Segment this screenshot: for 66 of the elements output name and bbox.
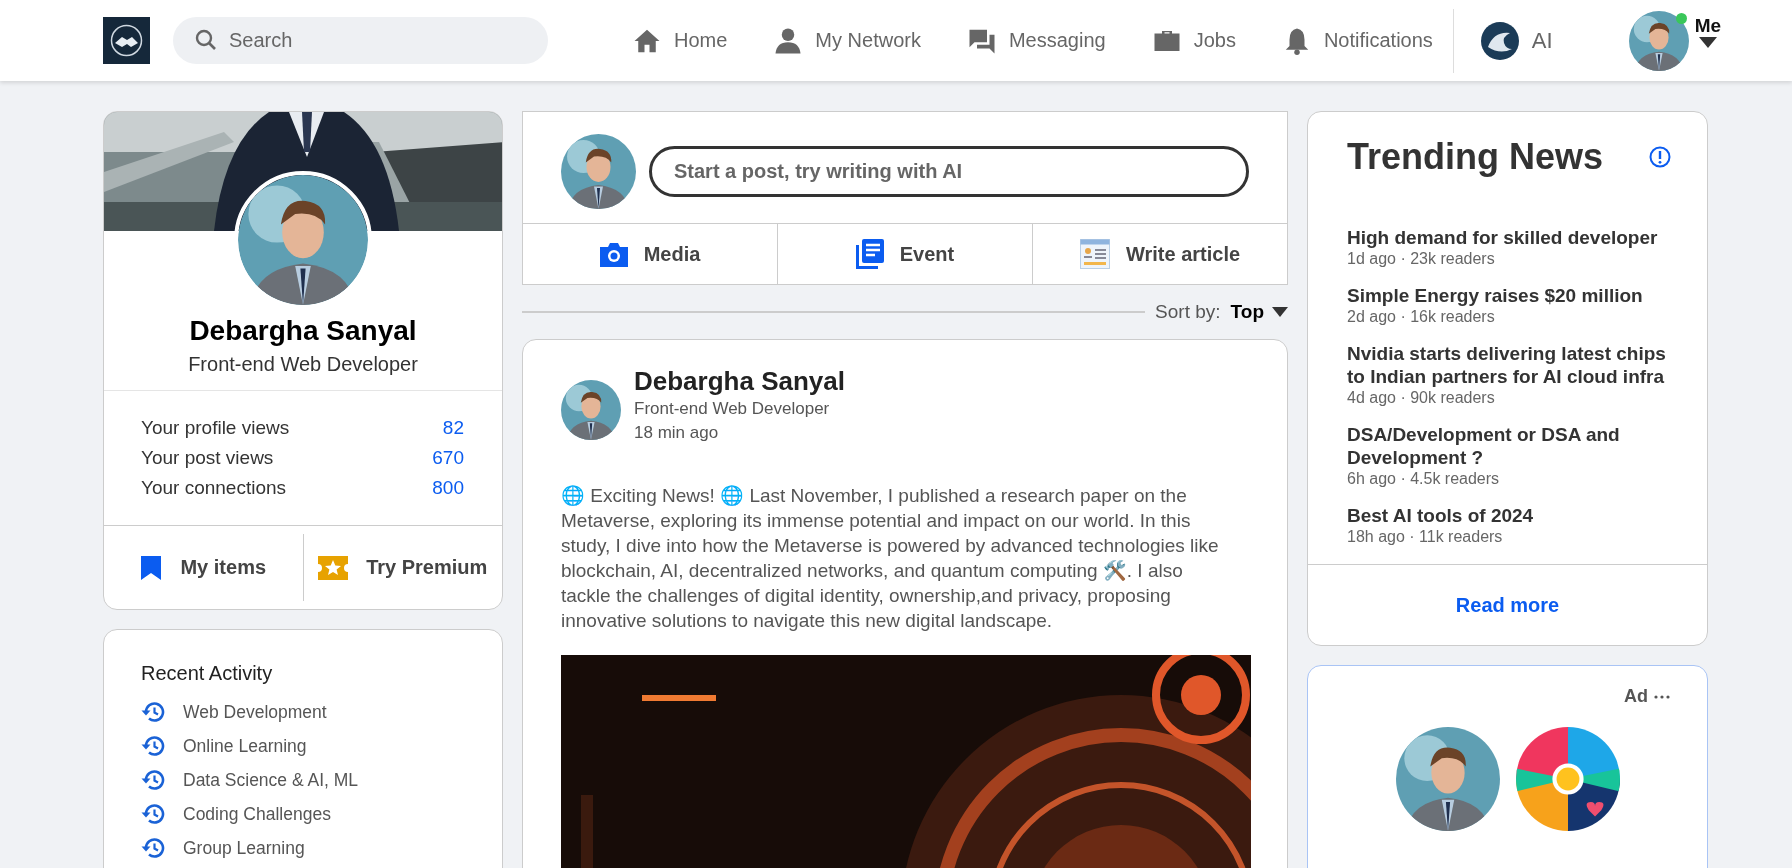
news-meta: 1d ago · 23k readers [1347, 250, 1496, 268]
section-title: Trending News [1347, 136, 1604, 178]
stat-value[interactable]: 82 [442, 417, 464, 439]
history-icon [141, 837, 165, 859]
news-headline[interactable]: Best AI tools of 2024 [1347, 504, 1534, 527]
nav-item[interactable]: Jobs [1151, 25, 1236, 56]
activity-item[interactable]: Group Learning [141, 831, 305, 865]
read-more-link[interactable]: Read more [1455, 593, 1560, 617]
post-text: 🌐 Exciting News! 🌐 Last November, I published a research paper on the Metaverse, exploring its immense potential and impact on our world. In this study, I dive into how the Metaverse is powered by advanced technologies like blockchain, AI, decentralized networks, and quantum computing 🛠. I also tackle the challenges of digital identity, ownership,and privacy, proposing innovative solutions to navigate this new digital landscape. [561, 484, 1220, 633]
author-avatar [561, 380, 621, 440]
nav-item[interactable]: My Network [773, 25, 921, 56]
bookmark-icon [140, 554, 163, 581]
profile-title: Front-end Web Developer [104, 353, 502, 391]
author-title: Front-end Web Developer [634, 399, 831, 419]
activity-item[interactable]: Coding Challenges [141, 797, 331, 831]
me-menu[interactable]: Me [1628, 10, 1722, 71]
nav-item[interactable]: Home [632, 25, 728, 56]
stat-value[interactable]: 800 [432, 477, 464, 499]
activity-item[interactable]: Web Development [141, 695, 327, 729]
star-ticket-icon [318, 555, 349, 580]
stat-label: Your connections [141, 477, 287, 499]
section-title: Recent Activity [141, 662, 274, 685]
news-headline[interactable]: Nvidia starts delivering latest chips to Indian partners for AI cloud infra [1347, 342, 1667, 388]
search-icon [195, 29, 217, 51]
composer-action-button[interactable]: Media [523, 224, 777, 284]
post-input[interactable]: Start a post, try writing with AI [649, 146, 1249, 197]
sort-label: Sort by: [1155, 301, 1221, 323]
sort-dropdown[interactable]: Top [1230, 301, 1288, 323]
logo-icon[interactable] [103, 17, 150, 64]
news-meta: 18h ago · 11k readers [1347, 528, 1504, 546]
composer-action-button[interactable]: Write article [1032, 224, 1287, 284]
history-icon [141, 701, 165, 723]
camera-icon [599, 241, 628, 267]
news-headline[interactable]: High demand for skilled developer [1347, 226, 1658, 249]
news-meta: 6h ago · 4.5k readers [1347, 470, 1501, 488]
stat-value[interactable]: 670 [432, 447, 464, 469]
app-logo-icon [1515, 727, 1620, 831]
composer-action-button[interactable]: Event [777, 224, 1032, 284]
news-meta: 2d ago · 16k readers [1347, 308, 1496, 326]
ai-logo-icon [1479, 20, 1520, 61]
news-headline[interactable]: DSA/Development or DSA and Development ? [1347, 423, 1667, 469]
stat-label: Your profile views [141, 417, 290, 439]
info-icon[interactable] [1649, 146, 1671, 168]
profile-action-button[interactable]: My items [104, 526, 303, 609]
search-field[interactable]: Search [173, 17, 548, 64]
article-icon [1079, 239, 1110, 269]
nav-item[interactable]: Notifications [1281, 25, 1433, 56]
author-name[interactable]: Debargha Sanyal [634, 366, 845, 397]
ad-label: Ad [1624, 686, 1648, 707]
profile-action-button[interactable]: Try Premium [302, 534, 502, 601]
history-icon [141, 769, 165, 791]
history-icon [141, 803, 165, 825]
profile-name: Debargha Sanyal [188, 315, 418, 347]
history-icon [141, 735, 165, 757]
more-icon[interactable] [1654, 694, 1670, 699]
activity-item[interactable]: Online Learning [141, 729, 307, 763]
news-meta: 4d ago · 90k readers [1347, 389, 1496, 407]
ai-button[interactable]: AI [1473, 19, 1559, 62]
stat-label: Your post views [141, 447, 274, 469]
caret-icon [1698, 36, 1717, 48]
document-list-icon [855, 239, 884, 269]
post-time: 18 min ago [634, 423, 720, 443]
news-headline[interactable]: Simple Energy raises $20 million [1347, 284, 1643, 307]
activity-item[interactable]: Data Science & AI, ML [141, 763, 359, 797]
caret-icon [1272, 307, 1288, 317]
nav-item[interactable]: Messaging [966, 25, 1106, 56]
